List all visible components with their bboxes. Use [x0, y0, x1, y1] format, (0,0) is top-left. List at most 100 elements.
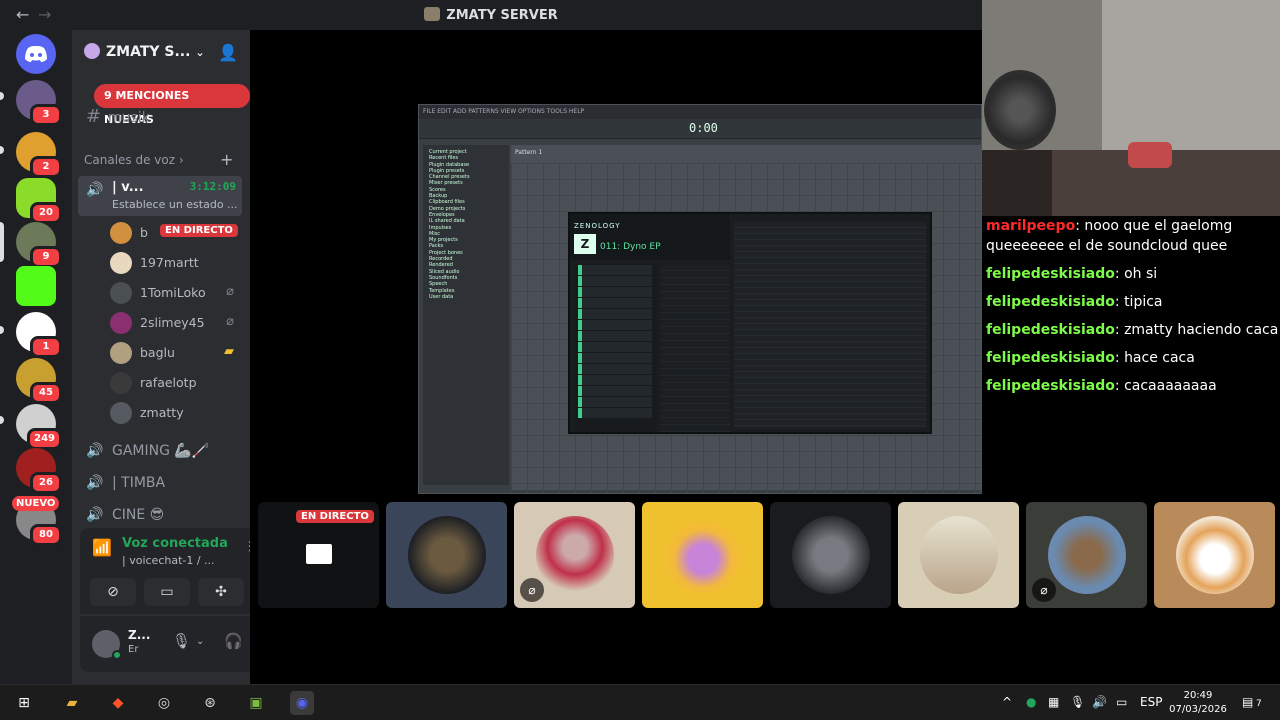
avatar — [110, 342, 132, 364]
server-rail: 3 2 20 9 1 45 249 26 80 NUEVO — [0, 30, 72, 684]
wall — [1102, 0, 1280, 160]
language-indicator[interactable]: ESP — [1140, 695, 1162, 709]
chevron-down-icon: ⌄ — [195, 46, 205, 59]
set-status-prompt[interactable]: Establece un estado ... — [112, 198, 238, 211]
server-name: ZMATY S... — [106, 44, 191, 60]
chat-message: felipedeskisiado: tipica — [986, 294, 1163, 310]
chat-user: felipedeskisiado — [986, 294, 1115, 310]
member-name: 1TomiLoko — [140, 285, 206, 300]
speaker-icon: 🔊 — [86, 443, 104, 459]
voice-channel-timba[interactable]: 🔊 | TIMBA — [86, 470, 165, 496]
add-user-icon[interactable]: 👤 — [218, 43, 238, 62]
online-status-dot — [112, 650, 122, 660]
preset-list — [734, 222, 926, 428]
activities-button[interactable]: ✣ — [198, 578, 244, 606]
fl-toolbar: 0:00 — [419, 119, 981, 139]
add-channel-icon[interactable]: + — [220, 150, 233, 169]
avatar — [920, 516, 998, 594]
mic-muted-icon: ⌀ — [226, 284, 234, 299]
brave-browser-icon[interactable]: ◆ — [106, 691, 130, 715]
microphone-icon[interactable]: 🎙 — [172, 632, 191, 650]
server-icon-9[interactable]: 26 — [16, 448, 62, 494]
notification-count: 7 — [1256, 699, 1262, 709]
discord-home-icon[interactable] — [16, 34, 56, 74]
discord-taskbar-icon[interactable]: ◉ — [290, 691, 314, 715]
voice-member[interactable]: baglu ▰ — [110, 340, 240, 368]
participant-tile[interactable] — [1154, 502, 1275, 608]
voice-channel-gaming[interactable]: 🔊 GAMING 🦾🦯 — [86, 438, 209, 464]
avatar — [110, 252, 132, 274]
user-status: Er — [128, 644, 139, 655]
minecraft-icon[interactable]: ▣ — [244, 691, 268, 715]
voice-channel-path[interactable]: | voicechat-1 / ... — [122, 554, 215, 567]
plugin-header: ZENOLOGY Z 011: Dyno EP — [570, 214, 730, 260]
server-icon-2[interactable]: 2 — [16, 132, 62, 178]
avatar — [110, 282, 132, 304]
file-explorer-icon[interactable]: ▰ — [60, 691, 84, 715]
volume-icon[interactable]: 🔊 — [1092, 695, 1107, 709]
channel-label: | TIMBA — [112, 475, 166, 491]
channel-musik[interactable]: # musik — [80, 102, 242, 132]
voice-member[interactable]: rafaelotp — [110, 370, 240, 398]
screen-share-icon — [306, 544, 332, 564]
server-icon-4[interactable]: 9 — [16, 222, 62, 268]
chat-message: marilpeepo: nooo que el gaelomg queeeeee… — [986, 218, 1233, 254]
user-panel: Z... Er 🎙 ⌄ 🎧 ⌄ ⚙ — [80, 616, 250, 672]
mention-badge: 45 — [30, 382, 62, 404]
participant-tile[interactable] — [386, 502, 507, 608]
server-header[interactable]: ZMATY S... ⌄ 👤 — [72, 30, 250, 76]
server-icon-1[interactable]: 3 — [16, 80, 62, 126]
chat-text: oh si — [1124, 266, 1158, 282]
voice-channel-cine[interactable]: 🔊 CINE 😎 — [86, 502, 164, 528]
chevron-down-icon[interactable]: ⌄ — [196, 636, 204, 647]
voice-member[interactable]: 2slimey45 ⌀ — [110, 310, 240, 338]
clock-date: 07/03/2026 — [1169, 704, 1227, 715]
server-icon-5[interactable] — [16, 266, 56, 306]
member-name: rafaelotp — [140, 375, 197, 390]
obs-icon[interactable]: ◎ — [152, 691, 176, 715]
voice-member[interactable]: zmatty — [110, 400, 240, 428]
voice-connected-title[interactable]: Voz conectada — [122, 536, 228, 551]
show-hidden-icons[interactable]: ^ — [1002, 695, 1012, 709]
participant-tile[interactable] — [642, 502, 763, 608]
windows-start-icon[interactable]: ⊞ — [12, 691, 36, 715]
server-icon-7[interactable]: 45 — [16, 358, 62, 404]
camera-off-button[interactable]: ⊘ — [90, 578, 136, 606]
chat-text: tipica — [1124, 294, 1163, 310]
user-name[interactable]: Z... — [128, 628, 150, 642]
member-name: 2slimey45 — [140, 315, 205, 330]
server-icon-3[interactable]: 20 — [16, 178, 62, 224]
participant-tile[interactable] — [770, 502, 891, 608]
tray-app-icon[interactable]: ▦ — [1048, 695, 1059, 709]
chat-text: hace caca — [1124, 350, 1195, 366]
active-voice-channel[interactable]: 🔊 | v... 3:12:09 Establece un estado ... — [78, 176, 242, 216]
new-badge[interactable]: NUEVO — [12, 496, 60, 511]
microphone-icon[interactable]: 🎙 — [1070, 695, 1085, 709]
participant-tile[interactable]: ⌀ — [514, 502, 635, 608]
participant-tile-stream[interactable]: EN DIRECTO — [258, 502, 379, 608]
tray-app-icon[interactable]: ● — [1026, 695, 1036, 709]
mention-badge: 1 — [30, 336, 62, 358]
clock[interactable]: 20:49 07/03/2026 — [1166, 689, 1230, 717]
network-icon[interactable]: ▭ — [1116, 695, 1127, 709]
voice-member[interactable]: b EN DIRECTO — [110, 220, 240, 248]
steam-icon[interactable]: ⊛ — [198, 691, 222, 715]
zenology-plugin-window[interactable]: ZENOLOGY Z 011: Dyno EP — [568, 212, 932, 434]
share-screen-button[interactable]: ▭ — [144, 578, 190, 606]
voice-member[interactable]: 1TomiLoko ⌀ — [110, 280, 240, 308]
plugin-brand: ZENOLOGY — [574, 222, 621, 230]
server-icon-8[interactable]: 249 — [16, 404, 62, 450]
participant-tile[interactable] — [898, 502, 1019, 608]
server-icon-6[interactable]: 1 — [16, 312, 62, 358]
chat-user: felipedeskisiado — [986, 266, 1115, 282]
channel-label: CINE 😎 — [112, 507, 165, 523]
browser-item[interactable]: User data — [429, 294, 503, 300]
voice-category[interactable]: Canales de voz › + — [84, 150, 233, 169]
notifications-icon[interactable]: ▤ — [1242, 695, 1253, 709]
signal-icon[interactable]: 📶 — [92, 538, 112, 557]
participant-tile[interactable]: ⌀ — [1026, 502, 1147, 608]
headphones-icon[interactable]: 🎧 — [224, 632, 243, 650]
voice-member[interactable]: 197martt — [110, 250, 240, 278]
fl-browser: Current project Recent files Plugin databa… — [423, 145, 509, 485]
hash-icon: # — [86, 106, 102, 127]
